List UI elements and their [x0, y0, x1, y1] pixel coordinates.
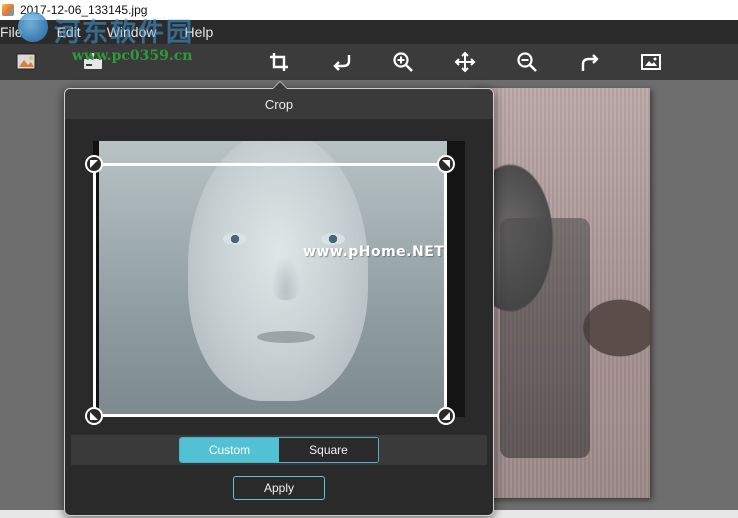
arrow-bottom-right-icon [442, 412, 450, 420]
undo-icon [333, 55, 351, 71]
move-button[interactable] [451, 48, 479, 76]
crop-mode-bar: Custom Square [71, 435, 487, 465]
watermark-logo [18, 12, 48, 42]
redo-button[interactable] [576, 48, 604, 76]
watermark-url: www.pc0359.cn [72, 48, 193, 64]
image-button[interactable] [12, 48, 40, 76]
crop-handle-top-right[interactable] [437, 155, 455, 173]
crop-dialog-header: Crop [65, 89, 493, 119]
crop-mode-square-button[interactable]: Square [279, 438, 378, 462]
crop-handle-bottom-left[interactable] [85, 407, 103, 425]
app-icon [2, 4, 14, 16]
zoom-out-button[interactable] [513, 48, 541, 76]
crop-selection-frame[interactable] [85, 155, 455, 425]
redo-icon [581, 54, 599, 71]
arrow-bottom-left-icon [90, 412, 98, 420]
crop-icon [270, 53, 288, 71]
dialog-pointer [272, 81, 288, 89]
preview-border-right [447, 141, 465, 417]
crop-dialog-title: Crop [264, 96, 294, 112]
zoom-in-button[interactable] [389, 48, 417, 76]
crop-dialog: Crop www.pHome.NET Custom Square Apply [64, 81, 494, 516]
crop-mode-toggle: Custom Square [179, 437, 379, 463]
image-shading [500, 218, 590, 458]
crop-button[interactable] [265, 48, 293, 76]
move-icon [454, 51, 476, 73]
arrow-top-left-icon [90, 160, 98, 168]
fit-screen-icon [641, 54, 661, 70]
image-icon [16, 53, 36, 70]
main-image [470, 88, 650, 498]
zoom-in-icon [393, 52, 413, 72]
crop-mode-custom-button[interactable]: Custom [180, 438, 279, 462]
fit-screen-button[interactable] [637, 48, 665, 76]
zoom-out-icon [517, 52, 537, 72]
watermark-site-name: 河东软件园 [54, 18, 195, 48]
undo-button[interactable] [328, 48, 356, 76]
apply-button[interactable]: Apply [233, 476, 325, 500]
crop-handle-bottom-right[interactable] [437, 407, 455, 425]
crop-handle-top-left[interactable] [85, 155, 103, 173]
arrow-top-right-icon [442, 160, 450, 168]
app-window: 2017-12-06_133145.jpg File Edit Window H… [0, 0, 738, 518]
